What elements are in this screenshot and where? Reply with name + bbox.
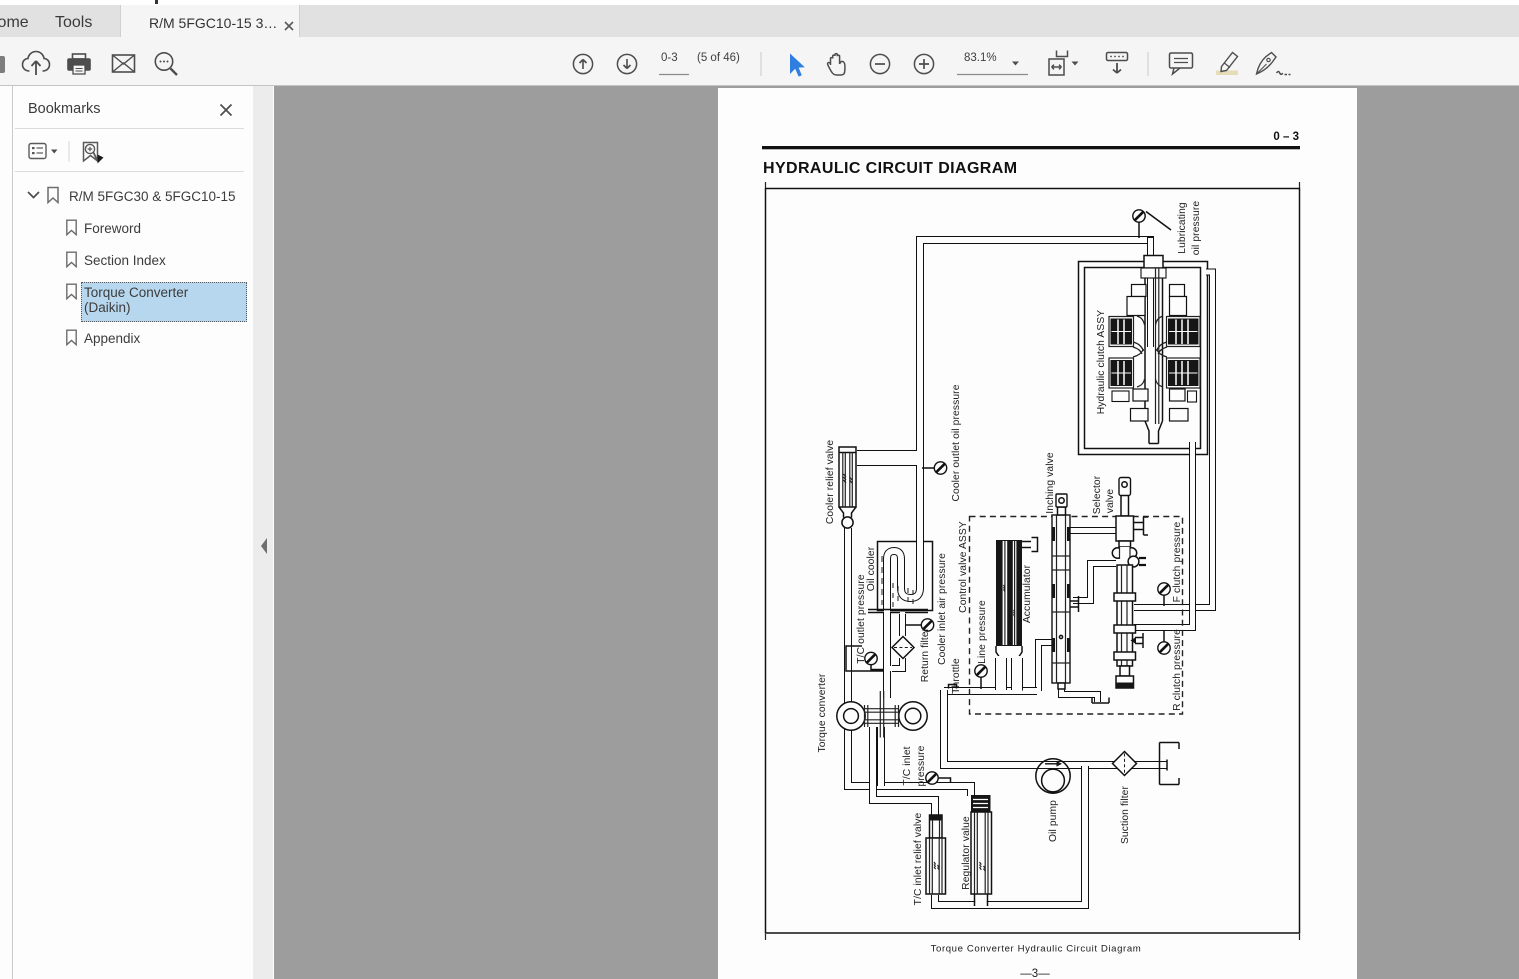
svg-text:F clutch pressure: F clutch pressure [1172, 521, 1183, 602]
svg-text:Control valve ASSY: Control valve ASSY [958, 521, 969, 613]
svg-text:Throttle: Throttle [951, 658, 962, 694]
svg-text:Inching valve: Inching valve [1045, 452, 1056, 514]
svg-text:—3—: —3— [1020, 968, 1050, 979]
svg-text:T/C outlet pressure: T/C outlet pressure [856, 574, 867, 664]
svg-text:Oil cooler: Oil cooler [866, 546, 877, 591]
svg-text:Cooler outlet oil pressure: Cooler outlet oil pressure [951, 384, 962, 501]
svg-text:Accumulator: Accumulator [1022, 564, 1033, 623]
svg-text:valve: valve [1105, 489, 1116, 514]
svg-text:Selector: Selector [1092, 475, 1103, 514]
svg-text:Return filter: Return filter [920, 627, 931, 682]
svg-text:Suction filter: Suction filter [1120, 786, 1131, 845]
svg-text:Lubricating: Lubricating [1177, 202, 1188, 254]
svg-text:HYDRAULIC CIRCUIT DIAGRAM: HYDRAULIC CIRCUIT DIAGRAM [763, 160, 1017, 177]
svg-text:Torque converter: Torque converter [817, 673, 828, 752]
svg-text:oil pressure: oil pressure [1191, 201, 1202, 256]
svg-text:Oil pump: Oil pump [1048, 800, 1059, 842]
svg-text:T/C inlet: T/C inlet [902, 746, 913, 785]
svg-text:pressure: pressure [916, 745, 927, 786]
svg-text:Hydraulic clutch ASSY: Hydraulic clutch ASSY [1096, 310, 1107, 415]
svg-text:Regulator value: Regulator value [961, 816, 972, 890]
svg-text:Cooler relief valve: Cooler relief valve [825, 440, 836, 524]
svg-text:Cooler inlet air pressure: Cooler inlet air pressure [937, 553, 948, 665]
svg-text:Line pressure: Line pressure [977, 600, 988, 664]
svg-text:0 – 3: 0 – 3 [1273, 131, 1299, 143]
svg-text:R clutch pressure: R clutch pressure [1172, 629, 1183, 711]
svg-text:Torque Converter Hydraulic Ci: Torque Converter Hydraulic Circuit Diagr… [931, 944, 1142, 955]
svg-text:T/C inlet relief valve: T/C inlet relief valve [913, 813, 924, 906]
